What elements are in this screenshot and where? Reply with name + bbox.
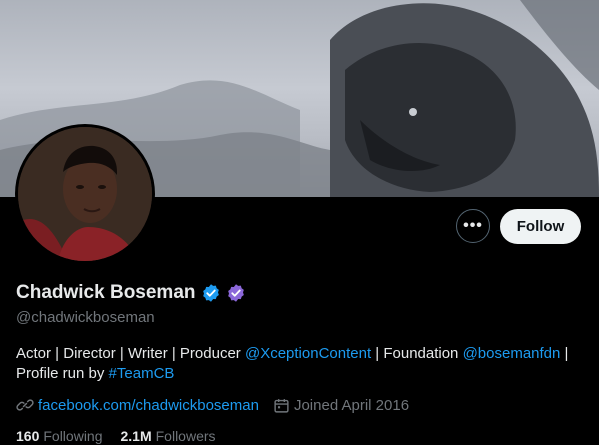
avatar-frame[interactable]	[15, 124, 155, 264]
link-icon	[16, 399, 34, 411]
profile-bio: Actor | Director | Writer | Producer @Xc…	[16, 344, 586, 384]
profile-handle: @chadwickboseman	[16, 309, 155, 326]
bio-text: Profile run by	[16, 365, 109, 382]
followers-label: Followers	[155, 428, 216, 444]
mention-link[interactable]: @bosemanfdn	[463, 345, 561, 362]
hashtag-link[interactable]: #TeamCB	[109, 365, 175, 382]
avatar-photo	[18, 127, 152, 261]
following-stat[interactable]: 160 Following	[16, 428, 121, 444]
purple-check-badge-icon[interactable]	[226, 283, 246, 303]
profile-name-row: Chadwick Boseman	[16, 282, 246, 304]
website-item: facebook.com/chadwickboseman	[16, 396, 259, 414]
follow-counts: 160 Following 2.1M Followers	[16, 428, 234, 444]
mention-link[interactable]: @XceptionContent	[245, 345, 371, 362]
verified-badge-icon[interactable]	[201, 283, 221, 303]
avatar[interactable]	[18, 127, 152, 261]
calendar-icon	[274, 398, 289, 413]
bio-text: | Foundation	[371, 345, 463, 362]
profile-meta: facebook.com/chadwickboseman Joined Apri…	[16, 396, 423, 414]
following-label: Following	[43, 428, 103, 444]
profile-name: Chadwick Boseman	[16, 282, 196, 303]
followers-stat[interactable]: 2.1M Followers	[121, 428, 234, 444]
joined-date: Joined April 2016	[293, 396, 410, 414]
bio-text: |	[560, 345, 569, 362]
following-count: 160	[16, 428, 40, 444]
bio-text: Actor | Director | Writer | Producer	[16, 345, 245, 362]
website-link[interactable]: facebook.com/chadwickboseman	[38, 397, 259, 414]
follow-button[interactable]: Follow	[500, 209, 581, 244]
more-icon: •••	[463, 217, 483, 234]
more-options-button[interactable]: •••	[456, 209, 490, 243]
joined-item: Joined April 2016	[273, 397, 409, 414]
followers-count: 2.1M	[120, 428, 152, 444]
